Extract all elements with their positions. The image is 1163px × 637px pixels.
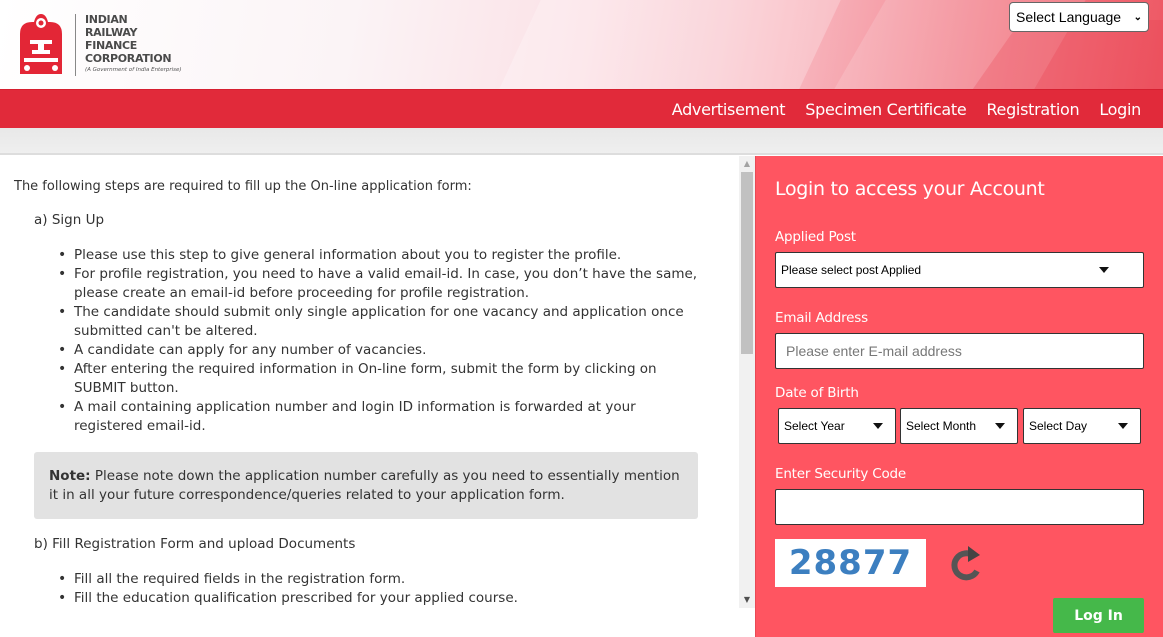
caret-down-icon (873, 423, 883, 429)
logo-line: CORPORATION (85, 52, 172, 65)
nav-login[interactable]: Login (1099, 100, 1141, 119)
caret-down-icon (1099, 267, 1109, 273)
language-select-value: Select Language (1016, 9, 1122, 25)
section-heading-registration: b) Fill Registration Form and upload Doc… (34, 536, 356, 552)
logo-text: INDIAN RAILWAY FINANCE CORPORATION (85, 13, 172, 65)
instructions-panel: The following steps are required to fill… (0, 156, 738, 608)
scroll-up-arrow-icon[interactable]: ▲ (739, 156, 755, 172)
nav-advertisement[interactable]: Advertisement (672, 100, 786, 119)
list-item: A mail containing application number and… (56, 398, 706, 436)
intro-text: The following steps are required to fill… (14, 179, 472, 194)
sign-up-steps: Please use this step to give general inf… (56, 246, 706, 436)
list-item: After entering the required information … (56, 360, 706, 398)
note-box: Note: Please note down the application n… (34, 452, 698, 519)
scroll-down-arrow-icon[interactable]: ▼ (739, 592, 755, 608)
logo-line: RAILWAY (85, 26, 138, 39)
scroll-thumb[interactable] (741, 172, 753, 354)
email-input[interactable]: Please enter E-mail address (775, 333, 1144, 369)
captcha-image: 28877 (775, 539, 926, 587)
security-code-input[interactable] (775, 489, 1144, 525)
main-nav: Advertisement Specimen Certificate Regis… (0, 89, 1163, 128)
logo-line: INDIAN (85, 13, 128, 26)
dob-day-value: Select Day (1029, 419, 1088, 433)
chevron-down-icon: ⌄ (1133, 11, 1142, 23)
refresh-captcha-icon[interactable] (944, 539, 988, 587)
login-title: Login to access your Account (775, 178, 1045, 200)
section-heading-sign-up: a) Sign Up (34, 212, 105, 228)
irfc-logo[interactable]: INDIAN RAILWAY FINANCE CORPORATION (A Go… (14, 12, 182, 78)
content-scrollbar[interactable]: ▲ ▼ (739, 156, 755, 608)
nav-specimen-certificate[interactable]: Specimen Certificate (805, 100, 966, 119)
dob-label: Date of Birth (775, 385, 859, 401)
header-decoration (499, 0, 841, 89)
dob-year-value: Select Year (784, 419, 845, 433)
list-item: A candidate can apply for any number of … (56, 341, 706, 360)
list-item: Fill all the required fields in the regi… (56, 570, 706, 589)
list-item: For profile registration, you need to ha… (56, 265, 706, 303)
note-label: Note: (49, 468, 91, 484)
dob-month-select[interactable]: Select Month (900, 408, 1018, 444)
logo-subtitle: (A Government of India Enterprise) (85, 67, 182, 73)
logo-divider (75, 14, 76, 76)
caret-down-icon (995, 423, 1005, 429)
login-panel: Login to access your Account Applied Pos… (755, 156, 1163, 637)
applied-post-value: Please select post Applied (781, 263, 922, 277)
caret-down-icon (1118, 423, 1128, 429)
nav-registration[interactable]: Registration (986, 100, 1079, 119)
site-header: INDIAN RAILWAY FINANCE CORPORATION (A Go… (0, 0, 1163, 89)
note-text: Please note down the application number … (49, 468, 680, 503)
applied-post-label: Applied Post (775, 229, 856, 245)
applied-post-select[interactable]: Please select post Applied (775, 252, 1144, 288)
list-item: The candidate should submit only single … (56, 303, 706, 341)
dob-month-value: Select Month (906, 419, 977, 433)
email-label: Email Address (775, 310, 868, 326)
sub-header-bar (0, 128, 1163, 155)
log-in-button[interactable]: Log In (1053, 598, 1144, 633)
list-item: Please use this step to give general inf… (56, 246, 706, 265)
logo-line: FINANCE (85, 39, 138, 52)
registration-steps: Fill all the required fields in the regi… (56, 570, 706, 608)
list-item: Fill the education qualification prescri… (56, 589, 706, 608)
railway-emblem-icon (20, 14, 62, 74)
email-placeholder: Please enter E-mail address (786, 343, 962, 359)
dob-day-select[interactable]: Select Day (1023, 408, 1141, 444)
dob-year-select[interactable]: Select Year (778, 408, 896, 444)
language-select[interactable]: Select Language ⌄ (1009, 2, 1149, 32)
security-code-label: Enter Security Code (775, 466, 907, 482)
